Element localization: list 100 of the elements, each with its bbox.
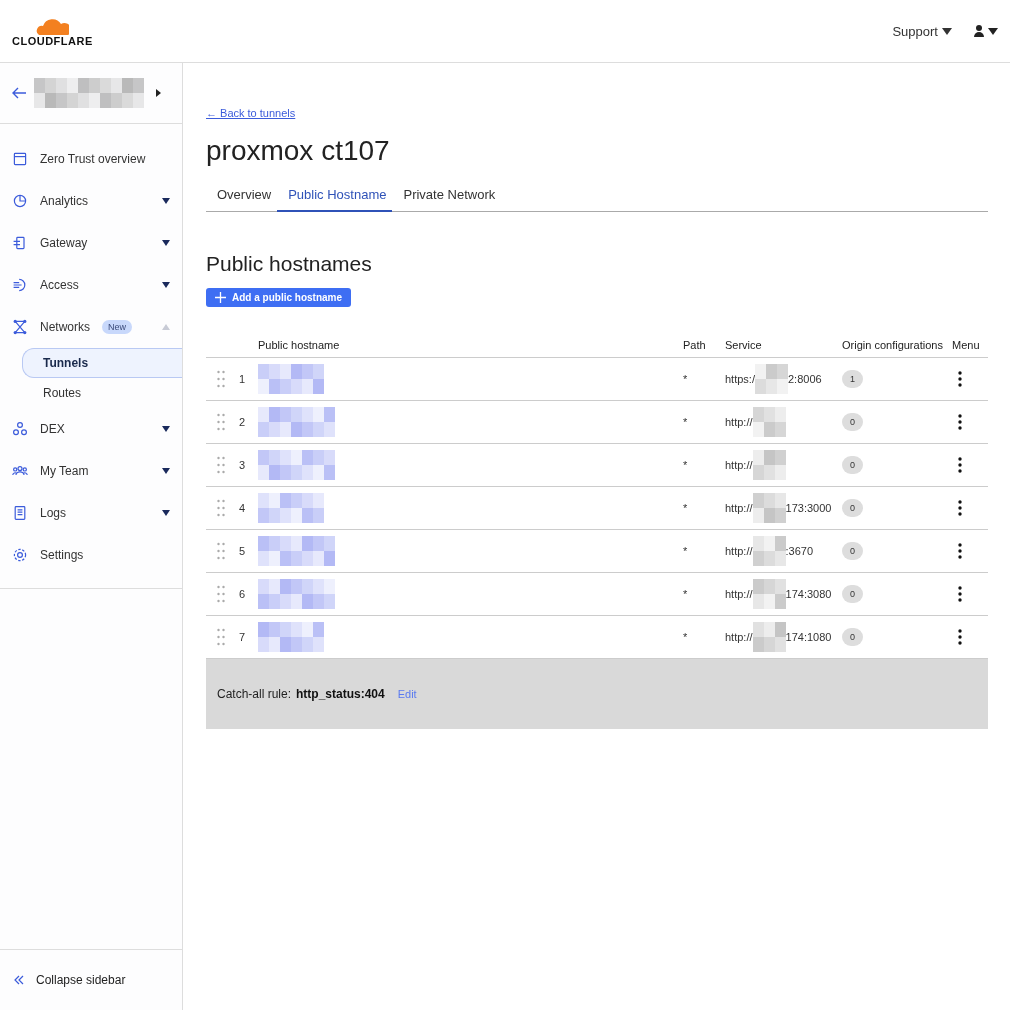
sidebar-subitem[interactable]: Routes [22, 378, 182, 408]
more-menu-icon[interactable] [958, 586, 962, 602]
column-header: Public hostname [258, 339, 340, 351]
table-cell: * [683, 631, 688, 643]
table-cell: http:// [725, 545, 753, 557]
table-cell: * [683, 545, 688, 557]
support-menu[interactable]: Support [892, 23, 938, 39]
row-number: 1 [239, 373, 246, 385]
column-header: Origin configurations [842, 339, 943, 351]
network-icon [12, 319, 28, 335]
more-menu-icon[interactable] [958, 500, 962, 516]
row-number: 7 [239, 631, 246, 643]
count-badge: 0 [842, 585, 863, 603]
tab[interactable]: Overview [206, 187, 278, 212]
back-link[interactable]: ← Back to tunnels [206, 107, 296, 119]
user-menu-icon[interactable] [974, 25, 998, 37]
table-cell: http:// [725, 416, 753, 428]
gateway-icon [12, 235, 28, 251]
table-cell: 173:3000 [785, 502, 832, 514]
drag-handle-icon[interactable] [217, 585, 225, 603]
sidebar-subitem[interactable]: Tunnels [22, 348, 182, 378]
table-cell: * [683, 459, 688, 471]
document-icon [12, 505, 28, 521]
sidebar-item[interactable]: Zero Trust overview [40, 152, 146, 166]
caret-icon[interactable] [162, 240, 170, 246]
table-cell: http:// [725, 588, 753, 600]
plus-icon [215, 292, 226, 303]
row-number: 3 [239, 459, 246, 471]
redaction-block [752, 407, 786, 437]
more-menu-icon[interactable] [958, 414, 962, 430]
count-badge: 1 [842, 370, 863, 388]
row-number: 5 [239, 545, 246, 557]
new-badge: New [102, 320, 133, 334]
sidebar-item[interactable]: Logs [40, 506, 67, 520]
count-badge: 0 [842, 628, 863, 646]
more-menu-icon[interactable] [958, 457, 962, 473]
table-cell: 174:1080 [785, 631, 832, 643]
column-header: Menu [952, 339, 980, 351]
collapse-icon[interactable] [14, 975, 24, 985]
redaction-block [752, 579, 786, 609]
sidebar-item[interactable]: My Team [40, 464, 89, 478]
settings-icon [12, 547, 28, 563]
sidebar-item[interactable]: Settings [40, 548, 84, 562]
redaction-block [258, 622, 324, 652]
redaction-block [752, 450, 786, 480]
drag-handle-icon[interactable] [217, 413, 225, 431]
column-header: Path [683, 339, 706, 351]
table-cell: http:// [725, 459, 753, 471]
redaction-block [752, 493, 786, 523]
table-cell: :3670 [785, 545, 814, 557]
collapse-sidebar-link[interactable]: Collapse sidebar [36, 973, 126, 987]
table-cell: https:/ [725, 373, 755, 385]
redaction-block [752, 536, 786, 566]
table-cell: * [683, 588, 688, 600]
section-title: Public hostnames [206, 252, 373, 276]
drag-handle-icon[interactable] [217, 370, 225, 388]
drag-handle-icon[interactable] [217, 628, 225, 646]
drag-handle-icon[interactable] [217, 542, 225, 560]
tab[interactable]: Private Network [392, 187, 502, 212]
sidebar-item[interactable]: DEX [40, 422, 65, 436]
redaction-block [258, 493, 324, 523]
sidebar-item[interactable]: Gateway [40, 236, 88, 250]
pie-chart-icon [12, 193, 28, 209]
row-number: 6 [239, 588, 246, 600]
count-badge: 0 [842, 413, 863, 431]
caret-icon[interactable] [162, 198, 170, 204]
more-menu-icon[interactable] [958, 543, 962, 559]
more-menu-icon[interactable] [958, 629, 962, 645]
more-menu-icon[interactable] [958, 371, 962, 387]
caret-icon[interactable] [942, 27, 952, 35]
caret-icon[interactable] [162, 510, 170, 516]
table-cell: * [683, 416, 688, 428]
table-cell: * [683, 502, 688, 514]
row-number: 4 [239, 502, 246, 514]
table-cell: * [683, 373, 688, 385]
caret-icon[interactable] [156, 89, 161, 97]
caret-icon[interactable] [162, 426, 170, 432]
redaction-block [754, 364, 788, 394]
page-title: proxmox ct107 [206, 135, 391, 167]
caret-icon[interactable] [162, 468, 170, 474]
sidebar-item[interactable]: Access [40, 278, 79, 292]
sidebar-item[interactable]: Analytics [40, 194, 89, 208]
drag-handle-icon[interactable] [217, 456, 225, 474]
tab[interactable]: Public Hostname [277, 187, 393, 212]
add-hostname-button[interactable]: Add a public hostname [206, 288, 351, 307]
window-icon [12, 151, 28, 167]
table-cell: http:// [725, 502, 753, 514]
back-arrow-icon[interactable] [12, 87, 26, 99]
redaction-block [258, 364, 324, 394]
caret-icon[interactable] [162, 282, 170, 288]
table-cell: http:// [725, 631, 753, 643]
drag-handle-icon[interactable] [217, 499, 225, 517]
sidebar-item[interactable]: Networks [40, 320, 90, 334]
table-cell: 174:3080 [785, 588, 832, 600]
count-badge: 0 [842, 542, 863, 560]
table-cell: 2:8006 [787, 373, 822, 385]
redaction-block [752, 622, 786, 652]
catch-all-label: Catch-all rule: [217, 687, 292, 701]
catch-all-value: http_status:404 [296, 687, 385, 701]
access-icon [12, 277, 28, 293]
